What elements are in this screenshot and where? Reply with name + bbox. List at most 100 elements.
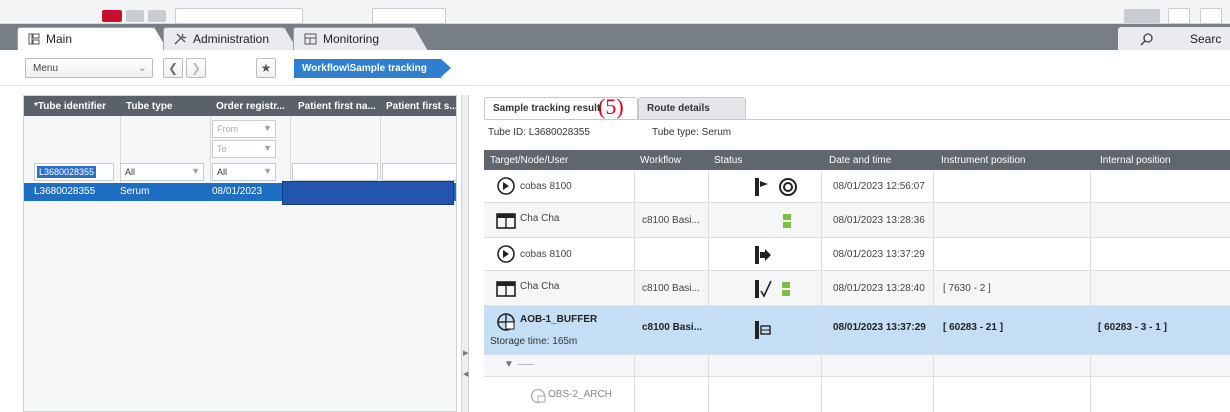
- forward-button[interactable]: ❯: [186, 58, 206, 78]
- tracking-table-header: Target/Node/User Workflow Status Date an…: [484, 150, 1230, 170]
- col-patient-first-name[interactable]: Patient first na...: [298, 101, 382, 112]
- tab-route-details-label: Route details: [647, 103, 710, 114]
- col-status[interactable]: Status: [714, 155, 742, 166]
- tube-identifier-filter-value: L3680028355: [37, 166, 97, 178]
- checklist-icon: [782, 282, 790, 296]
- row-node: cobas 8100: [520, 249, 572, 260]
- status-icons: [754, 279, 792, 299]
- buffer-node-icon: [496, 312, 516, 335]
- tube-rack-icon: [755, 321, 771, 339]
- tab-administration[interactable]: Administration: [163, 27, 298, 51]
- top-right-button[interactable]: [1124, 9, 1160, 23]
- col-tube-type[interactable]: Tube type: [126, 101, 204, 112]
- tab-route-details[interactable]: Route details: [638, 97, 746, 119]
- row-datetime: 08/01/2023 13:37:29: [833, 322, 926, 333]
- column-divider: [290, 116, 291, 183]
- node-cobas-icon: [496, 244, 516, 267]
- col-instrument-position[interactable]: Instrument position: [941, 155, 1026, 166]
- chevron-left-icon[interactable]: ◀: [463, 370, 468, 378]
- back-button[interactable]: ❮: [163, 58, 183, 78]
- toolbar-button[interactable]: [126, 10, 144, 22]
- patient-first-name-filter[interactable]: [292, 163, 378, 181]
- breadcrumb-label: Workflow\Sample tracking: [302, 63, 427, 74]
- chevron-right-icon[interactable]: ▶: [463, 349, 468, 357]
- table-row[interactable]: Cha Cha c8100 Basi... 08/01/2023 13:28:4…: [484, 271, 1230, 306]
- search-icon: [1140, 32, 1154, 46]
- expand-row[interactable]: ▼: [484, 355, 1230, 377]
- chevron-down-icon[interactable]: ▼: [504, 359, 514, 370]
- tube-out-icon: [755, 246, 771, 264]
- col-patient-first-s[interactable]: Patient first s...: [386, 101, 456, 112]
- tab-monitoring-label: Monitoring: [323, 32, 380, 46]
- top-field[interactable]: [372, 8, 446, 24]
- toolbar: Menu ⌄ ❮ ❯ ★ Workflow\Sample tracking: [0, 50, 1230, 86]
- tube-arrow-icon: [755, 178, 768, 196]
- table-row[interactable]: OBS-2_ARCH: [484, 377, 1230, 412]
- tab-monitoring[interactable]: Monitoring: [293, 27, 428, 51]
- tube-type-filter[interactable]: All ▼: [120, 163, 204, 181]
- expand-line: [518, 364, 534, 365]
- col-workflow[interactable]: Workflow: [640, 155, 681, 166]
- col-target-node-user[interactable]: Target/Node/User: [490, 155, 568, 166]
- filter-icon[interactable]: ▼: [263, 143, 272, 153]
- storage-time: Storage time: 165m: [490, 336, 578, 347]
- column-divider: [708, 170, 709, 412]
- archive-node-icon: [530, 388, 546, 407]
- patient-first-s-filter[interactable]: [382, 163, 456, 181]
- order-registration-filter[interactable]: All ▼: [212, 163, 276, 181]
- toolbar-button[interactable]: [148, 10, 166, 22]
- menu-select-value: Menu: [33, 62, 59, 74]
- row-workflow: c8100 Basi...: [642, 215, 700, 226]
- app-logo: [102, 10, 122, 22]
- redacted-patient-cells: [282, 181, 454, 205]
- top-right-button[interactable]: [1200, 8, 1222, 24]
- filter-icon[interactable]: ▼: [191, 166, 200, 176]
- row-node: Cha Cha: [520, 213, 560, 224]
- table-row[interactable]: cobas 8100 08/01/2023 12:56:07: [484, 170, 1230, 203]
- row-datetime: 08/01/2023 13:37:29: [833, 249, 925, 260]
- spiral-icon: [779, 178, 797, 196]
- chevron-left-icon: ❮: [167, 61, 179, 75]
- status-icons: [781, 212, 793, 230]
- filter-icon[interactable]: ▼: [263, 123, 272, 133]
- table-row[interactable]: Cha Cha c8100 Basi... 08/01/2023 13:28:3…: [484, 203, 1230, 238]
- top-right-button[interactable]: [1168, 8, 1190, 24]
- column-divider: [933, 170, 934, 412]
- annotation-label: (5): [598, 94, 624, 119]
- top-field[interactable]: [175, 8, 303, 24]
- menu-select[interactable]: Menu ⌄: [25, 58, 153, 78]
- row-node: Cha Cha: [520, 281, 560, 292]
- col-internal-position[interactable]: Internal position: [1100, 155, 1171, 166]
- row-internal-position: [ 60283 - 3 - 1 ]: [1098, 322, 1167, 333]
- tube-check-icon: [755, 280, 772, 298]
- search-tab[interactable]: Searc: [1118, 27, 1230, 50]
- monitor-icon: [304, 33, 317, 45]
- breadcrumb[interactable]: Workflow\Sample tracking: [294, 59, 451, 78]
- row-node: OBS-2_ARCH: [548, 389, 612, 400]
- tube-identifier-filter[interactable]: L3680028355: [34, 163, 114, 181]
- panel-splitter[interactable]: ▶ ◀: [461, 95, 469, 412]
- row-datetime: 08/01/2023 13:28:40: [833, 283, 925, 294]
- tab-sample-tracking-result-label: Sample tracking result: [493, 103, 601, 114]
- col-order-registration[interactable]: Order registr...: [216, 101, 292, 112]
- filter-icon[interactable]: ▼: [263, 166, 272, 176]
- tab-administration-label: Administration: [193, 32, 270, 46]
- main-icon: [28, 33, 40, 45]
- checklist-icon: [783, 214, 791, 228]
- favorite-button[interactable]: ★: [256, 58, 276, 78]
- table-row[interactable]: AOB-1_BUFFER Storage time: 165m c8100 Ba…: [484, 306, 1230, 355]
- col-date-and-time[interactable]: Date and time: [829, 155, 891, 166]
- column-divider: [1090, 170, 1091, 412]
- chevron-right-icon: ❯: [190, 61, 202, 75]
- column-divider: [821, 170, 822, 412]
- order-to-placeholder: To: [217, 144, 227, 154]
- tab-main[interactable]: Main: [17, 27, 168, 51]
- order-from-field[interactable]: From ▼: [212, 120, 276, 138]
- tube-type-label: Tube type: Serum: [652, 127, 732, 138]
- tab-main-label: Main: [46, 32, 73, 46]
- order-to-field[interactable]: To ▼: [212, 140, 276, 158]
- table-row[interactable]: cobas 8100 08/01/2023 13:37:29: [484, 238, 1230, 271]
- row-datetime: 08/01/2023 13:28:36: [833, 215, 925, 226]
- col-tube-identifier[interactable]: *Tube identifier: [34, 101, 126, 112]
- row-instrument-position: [ 60283 - 21 ]: [943, 322, 1004, 333]
